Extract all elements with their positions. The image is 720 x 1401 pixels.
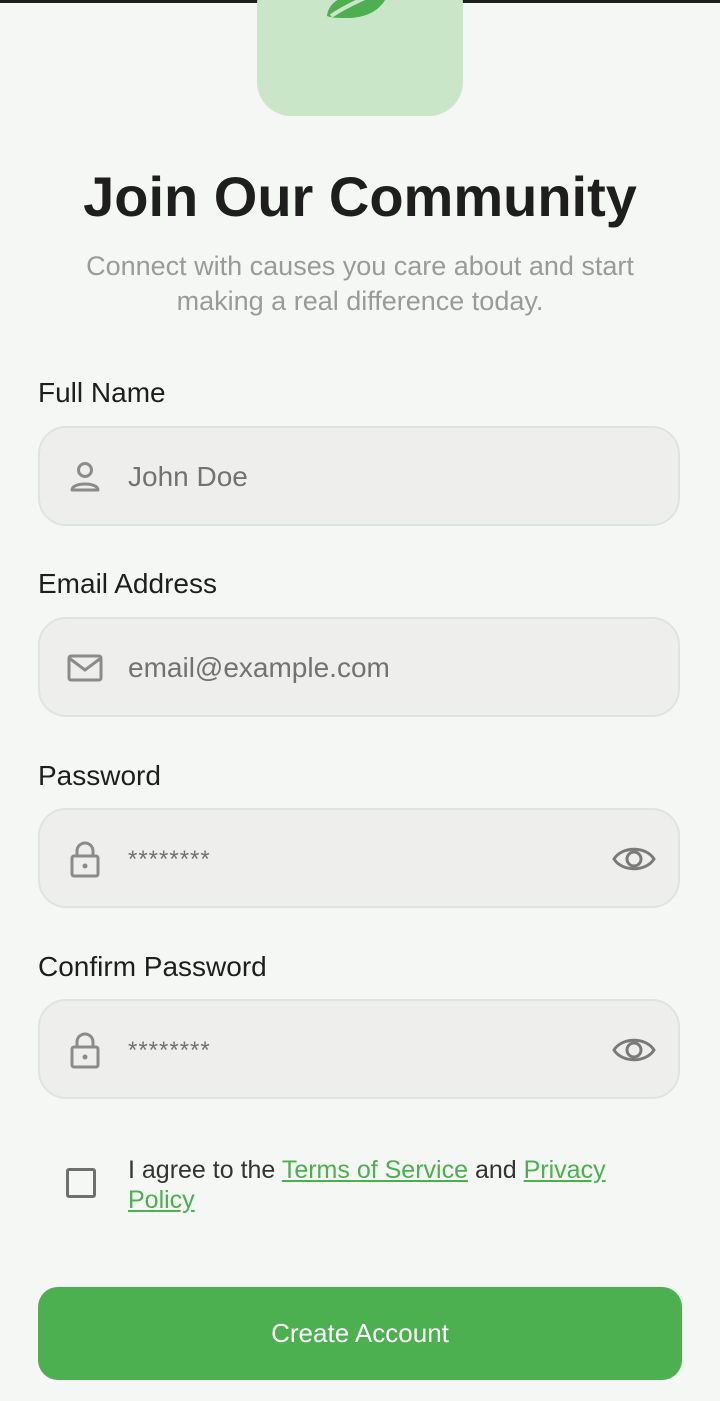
confirm-password-input[interactable]: ********: [128, 1037, 211, 1065]
email-field[interactable]: email@example.com: [38, 617, 680, 717]
terms-of-service-link[interactable]: Terms of Service: [282, 1156, 468, 1184]
person-icon: [70, 462, 100, 492]
password-field[interactable]: ********: [38, 808, 680, 908]
show-confirm-password-eye-icon[interactable]: [612, 1033, 656, 1067]
full-name-input[interactable]: John Doe: [128, 461, 248, 493]
page-subtitle: Connect with causes you care about and s…: [86, 251, 634, 316]
lock-icon: [70, 1032, 100, 1069]
full-name-field[interactable]: John Doe: [38, 426, 680, 526]
confirm-password-field[interactable]: ********: [38, 999, 680, 1099]
full-name-label: Full Name: [38, 377, 166, 408]
leaf-icon: [327, 0, 386, 18]
app-logo: [257, 0, 463, 116]
create-account-button[interactable]: Create Account: [38, 1287, 682, 1380]
terms-checkbox[interactable]: [66, 1168, 96, 1198]
mail-icon: [67, 654, 103, 682]
email-label: Email Address: [38, 568, 217, 599]
page-title: Join Our Community: [83, 165, 637, 228]
email-input[interactable]: email@example.com: [128, 652, 390, 684]
signup-page: Join Our Community Connect with causes y…: [0, 0, 720, 1401]
confirm-password-label: Confirm Password: [38, 951, 267, 982]
agreement-prefix: I agree to the: [128, 1156, 282, 1184]
lock-icon: [70, 841, 100, 878]
password-label: Password: [38, 760, 161, 791]
terms-agreement-text: I agree to the Terms of Service and Priv…: [128, 1155, 648, 1215]
password-input[interactable]: ********: [128, 846, 211, 874]
show-password-eye-icon[interactable]: [612, 842, 656, 876]
agreement-middle: and: [468, 1156, 524, 1184]
